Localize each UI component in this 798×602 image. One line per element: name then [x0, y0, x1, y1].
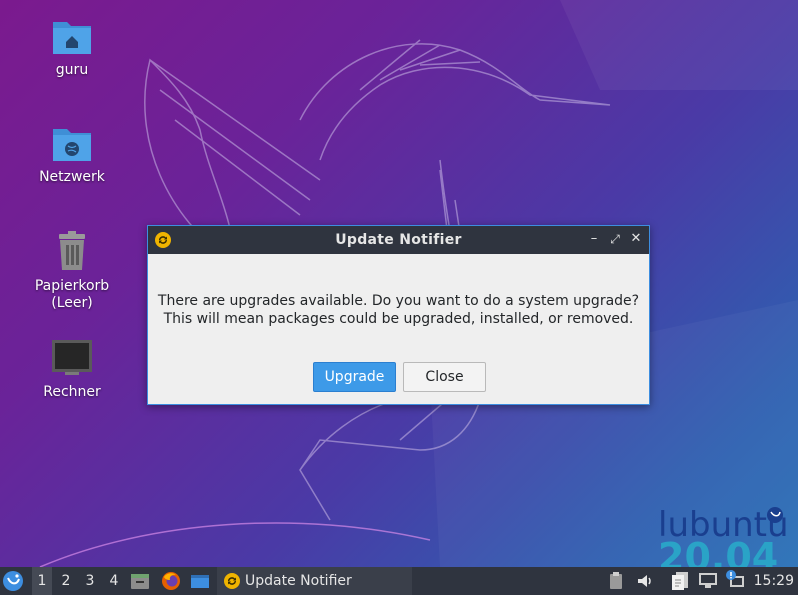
- dialog-title: Update Notifier: [335, 232, 462, 248]
- lubuntu-menu-icon: [3, 571, 23, 591]
- clipboard-icon: [610, 572, 622, 589]
- brand-version: 20.04: [658, 535, 778, 567]
- dialog-message: There are upgrades available. Do you wan…: [148, 292, 649, 328]
- desktop-icon-netzwerk[interactable]: Netzwerk: [27, 125, 117, 186]
- update-notifier-icon: [224, 573, 240, 589]
- taskbar: 1 2 3 4 Update Notifier 15:29: [0, 567, 798, 595]
- desktop-icon-papierkorb[interactable]: Papierkorb (Leer): [27, 230, 117, 312]
- desktop-switch-4[interactable]: 4: [104, 567, 124, 595]
- message-line-2: This will mean packages could be upgrade…: [163, 311, 634, 327]
- network-tray[interactable]: [698, 567, 720, 595]
- firefox-launcher[interactable]: [161, 567, 183, 595]
- update-alert-tray[interactable]: [724, 567, 748, 595]
- clipboard-tray[interactable]: [608, 567, 628, 595]
- home-folder-icon: [53, 22, 91, 54]
- desktop-icon-guru[interactable]: guru: [27, 18, 117, 79]
- close-button[interactable]: Close: [403, 362, 486, 392]
- network-monitor-icon: [699, 573, 717, 588]
- notes-tray[interactable]: [670, 567, 692, 595]
- dialog-titlebar[interactable]: Update Notifier – ⤢ ✕: [148, 226, 649, 254]
- volume-tray[interactable]: [636, 567, 656, 595]
- desktop-switch-2[interactable]: 2: [56, 567, 76, 595]
- desktop-icon-rechner[interactable]: Rechner: [27, 338, 117, 401]
- show-desktop-icon: [191, 575, 209, 588]
- update-notifier-dialog: Update Notifier – ⤢ ✕ There are upgrades…: [147, 225, 650, 405]
- minimize-button[interactable]: –: [586, 231, 602, 247]
- trash-icon: [59, 231, 85, 270]
- file-manager-icon: [131, 574, 149, 589]
- computer-icon: [52, 340, 92, 375]
- clock[interactable]: 15:29: [754, 567, 794, 595]
- network-folder-icon: [53, 129, 91, 161]
- notes-icon: [672, 572, 688, 590]
- lubuntu-logo-icon: [767, 507, 783, 523]
- desktop: lubuntu 20.04 guru Netzwerk Papierkorb (…: [0, 0, 798, 567]
- desktop-switch-1[interactable]: 1: [32, 567, 52, 595]
- maximize-button[interactable]: ⤢: [607, 231, 623, 247]
- close-window-button[interactable]: ✕: [628, 231, 644, 247]
- desktop-icon-label: Netzwerk: [39, 169, 105, 185]
- message-line-1: There are upgrades available. Do you wan…: [157, 293, 640, 309]
- update-alert-icon: [726, 570, 744, 587]
- desktop-icon-label: guru: [55, 62, 89, 78]
- show-desktop-button[interactable]: [190, 567, 212, 595]
- desktop-icon-label: Papierkorb (Leer): [34, 278, 110, 311]
- dialog-body: There are upgrades available. Do you wan…: [148, 254, 649, 404]
- desktop-switch-3[interactable]: 3: [80, 567, 100, 595]
- taskbar-window-update-notifier[interactable]: Update Notifier: [217, 567, 412, 595]
- volume-icon: [638, 575, 651, 587]
- start-menu-button[interactable]: [2, 567, 26, 595]
- taskbar-window-label: Update Notifier: [245, 573, 352, 589]
- upgrade-button[interactable]: Upgrade: [313, 362, 396, 392]
- file-manager-launcher[interactable]: [130, 567, 152, 595]
- desktop-icon-label: Rechner: [43, 384, 101, 400]
- firefox-icon: [162, 572, 180, 590]
